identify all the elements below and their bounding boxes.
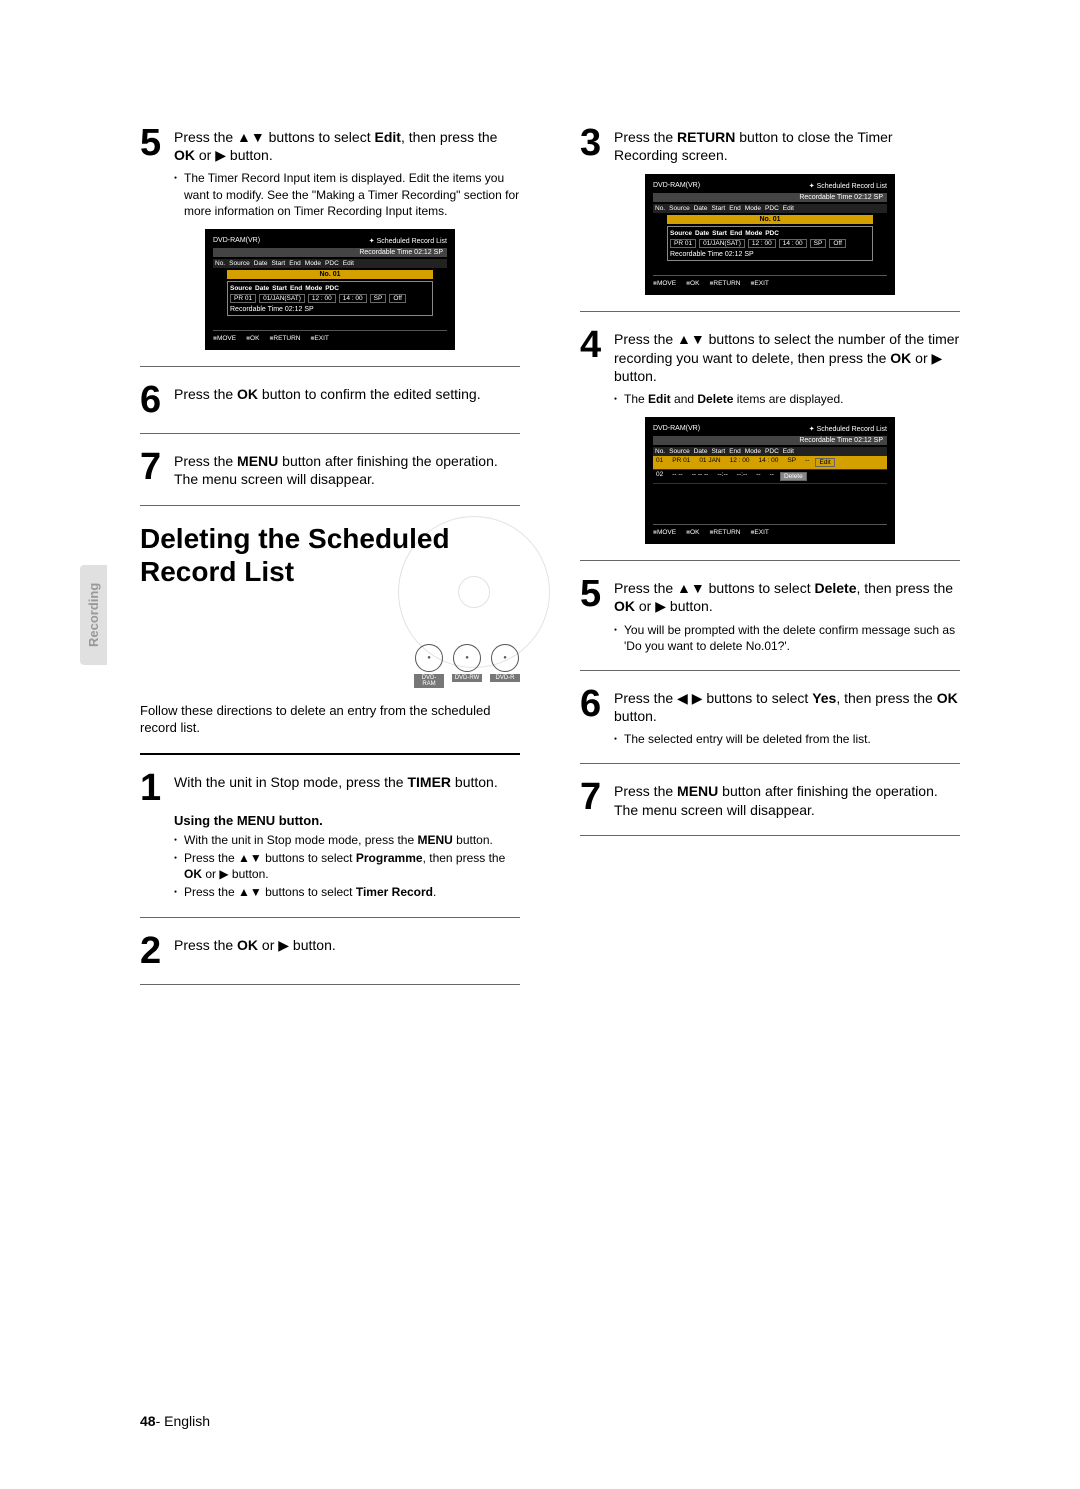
step-4: 4 Press the ▲▼ buttons to select the num… [580, 328, 960, 385]
page-footer: 48- English [140, 1413, 210, 1429]
step-7: 7 Press the MENU button after finishing … [140, 450, 520, 488]
page-language: - English [156, 1413, 210, 1429]
left-column: 5 Press the ▲▼ buttons to select Edit, t… [140, 120, 520, 1001]
disc-icon-rw: DVD-RW [452, 644, 482, 688]
step5-bullets: The Timer Record Input item is displayed… [140, 170, 520, 219]
section-heading: Deleting the Scheduled Record List [140, 522, 520, 632]
disc-type-icons: DVD-RAM DVD-RW DVD-R [140, 644, 520, 688]
page-number: 48 [140, 1413, 156, 1429]
osd-screenshot-2: DVD-RAM(VR)✦ Scheduled Record List Recor… [645, 174, 895, 295]
step-5r: 5 Press the ▲▼ buttons to select Delete,… [580, 577, 960, 615]
disc-icon-r: DVD-R [490, 644, 520, 688]
step4-bullets: The Edit and Delete items are displayed. [580, 391, 960, 407]
menu-subhead: Using the MENU button. [174, 813, 520, 828]
step-1: 1 With the unit in Stop mode, press the … [140, 771, 520, 805]
step-7r: 7 Press the MENU button after finishing … [580, 780, 960, 818]
osd-screenshot-1: DVD-RAM(VR)✦ Scheduled Record List Recor… [205, 229, 455, 350]
disc-icon-ram: DVD-RAM [414, 644, 444, 688]
right-column: 3 Press the RETURN button to close the T… [580, 120, 960, 1001]
step-5: 5 Press the ▲▼ buttons to select Edit, t… [140, 126, 520, 164]
step-3: 3 Press the RETURN button to close the T… [580, 126, 960, 164]
step-6: 6 Press the OK button to confirm the edi… [140, 383, 520, 417]
menu-bullets: With the unit in Stop mode mode, press t… [140, 832, 520, 901]
step-number: 5 [140, 126, 166, 160]
step-6r: 6 Press the ◀ ▶ buttons to select Yes, t… [580, 687, 960, 725]
section-tab: Recording [80, 565, 107, 665]
step6r-bullets: The selected entry will be deleted from … [580, 731, 960, 747]
step5r-bullets: You will be prompted with the delete con… [580, 622, 960, 654]
osd-screenshot-3: DVD-RAM(VR)✦ Scheduled Record List Recor… [645, 417, 895, 544]
intro-text: Follow these directions to delete an ent… [140, 702, 520, 737]
step-2: 2 Press the OK or ▶ button. [140, 934, 520, 968]
heading-title: Deleting the Scheduled Record List [140, 522, 520, 589]
